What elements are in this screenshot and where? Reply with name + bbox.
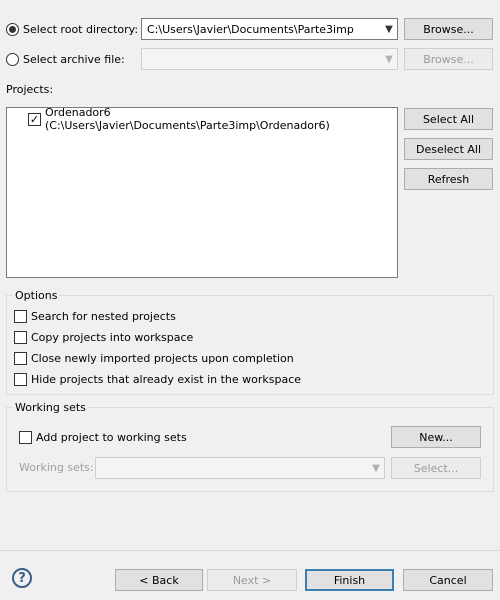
option-label: Hide projects that already exist in the … [31, 372, 302, 386]
projects-label: Projects: [6, 83, 54, 96]
archive-file-radio-group[interactable]: Select archive file: [6, 48, 125, 70]
option-hide-existing[interactable]: Hide projects that already exist in the … [14, 369, 301, 389]
chevron-down-icon[interactable]: ▼ [381, 24, 397, 35]
option-checkbox[interactable] [14, 309, 27, 323]
root-directory-radio-group[interactable]: Select root directory: [6, 18, 138, 40]
help-icon[interactable]: ? [12, 568, 32, 588]
working-sets-label: Working sets: [19, 461, 94, 474]
add-to-working-sets-checkbox[interactable] [19, 430, 32, 444]
option-checkbox[interactable] [14, 372, 27, 386]
archive-file-label: Select archive file: [23, 52, 125, 66]
add-to-working-sets[interactable]: Add project to working sets [19, 427, 187, 447]
list-item[interactable]: ✓ Ordenador6 (C:\Users\Javier\Documents\… [28, 106, 397, 132]
checkmark-icon: ✓ [29, 112, 40, 126]
projects-list[interactable]: ✓ Ordenador6 (C:\Users\Javier\Documents\… [6, 106, 398, 278]
refresh-button[interactable]: Refresh [404, 168, 493, 190]
chevron-down-icon[interactable]: ▼ [368, 463, 384, 474]
new-working-set-button[interactable]: New... [391, 426, 481, 448]
option-label: Search for nested projects [31, 309, 176, 323]
root-directory-label: Select root directory: [23, 22, 139, 36]
root-directory-combo[interactable]: C:\Users\Javier\Documents\Parte3imp ▼ [141, 18, 398, 40]
archive-browse-button[interactable]: Browse... [404, 48, 493, 70]
next-button[interactable]: Next > [207, 569, 297, 591]
project-label: Ordenador6 (C:\Users\Javier\Documents\Pa… [45, 106, 330, 132]
working-sets-title: Working sets [13, 401, 88, 414]
option-copy-into-workspace[interactable]: Copy projects into workspace [14, 327, 193, 347]
archive-file-combo[interactable]: ▼ [141, 48, 398, 70]
root-browse-button[interactable]: Browse... [404, 18, 493, 40]
root-directory-value: C:\Users\Javier\Documents\Parte3imp [147, 22, 354, 36]
cancel-button[interactable]: Cancel [403, 569, 493, 591]
archive-file-radio[interactable] [6, 52, 19, 66]
add-to-working-sets-label: Add project to working sets [36, 430, 187, 444]
option-label: Copy projects into workspace [31, 330, 194, 344]
back-button[interactable]: < Back [115, 569, 203, 591]
option-checkbox[interactable] [14, 351, 27, 365]
option-checkbox[interactable] [14, 330, 27, 344]
deselect-all-button[interactable]: Deselect All [404, 138, 493, 160]
chevron-down-icon[interactable]: ▼ [381, 54, 397, 65]
options-title: Options [13, 289, 60, 302]
footer-separator [0, 550, 500, 551]
project-checkbox[interactable]: ✓ [28, 112, 41, 126]
select-all-button[interactable]: Select All [404, 108, 493, 130]
option-close-imported[interactable]: Close newly imported projects upon compl… [14, 348, 294, 368]
root-directory-radio[interactable] [6, 22, 19, 36]
option-label: Close newly imported projects upon compl… [31, 351, 294, 365]
working-sets-combo[interactable]: ▼ [95, 457, 385, 479]
working-sets-group [6, 407, 494, 492]
finish-button[interactable]: Finish [305, 569, 394, 591]
radio-selected-dot-icon [9, 25, 16, 33]
option-search-nested[interactable]: Search for nested projects [14, 306, 176, 326]
select-working-sets-button[interactable]: Select... [391, 457, 481, 479]
